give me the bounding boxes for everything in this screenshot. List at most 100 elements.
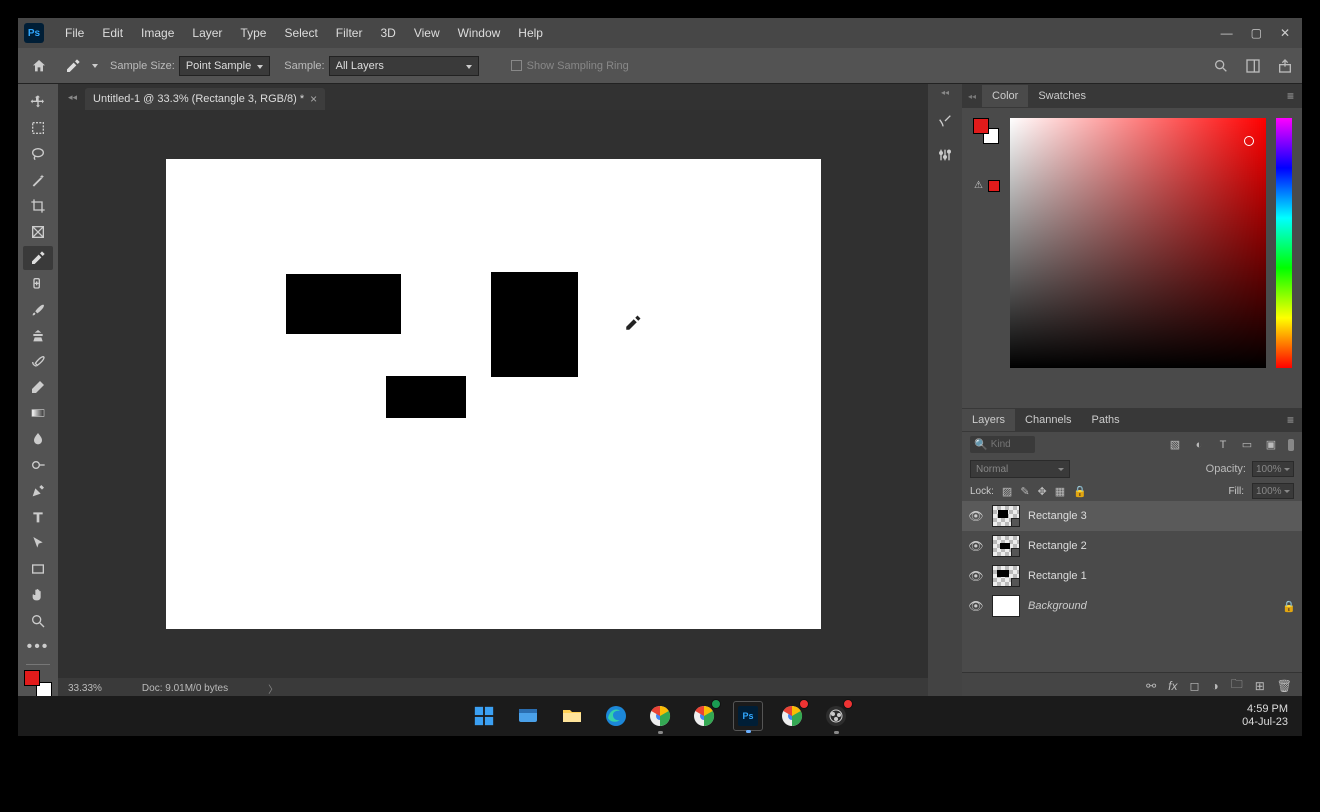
- gradient-tool[interactable]: [23, 401, 53, 425]
- menu-file[interactable]: File: [56, 26, 93, 40]
- layer-row[interactable]: 👁 Rectangle 2: [962, 531, 1302, 561]
- foreground-background-color[interactable]: [24, 670, 52, 698]
- chrome-icon[interactable]: [645, 701, 675, 731]
- new-layer-icon[interactable]: ⊞: [1255, 679, 1265, 693]
- minimize-button[interactable]: —: [1221, 26, 1233, 40]
- chrome-profile-icon[interactable]: [689, 701, 719, 731]
- menu-type[interactable]: Type: [231, 26, 275, 40]
- taskbar-app-1[interactable]: [513, 701, 543, 731]
- menu-window[interactable]: Window: [449, 26, 510, 40]
- brush-tool[interactable]: [23, 298, 53, 322]
- foreground-color-swatch[interactable]: [24, 670, 40, 686]
- blend-mode-select[interactable]: Normal: [970, 460, 1070, 478]
- panel-grip[interactable]: ◂◂: [962, 92, 982, 101]
- filter-toggle[interactable]: [1288, 439, 1294, 451]
- move-tool[interactable]: [23, 90, 53, 114]
- eraser-tool[interactable]: [23, 375, 53, 399]
- layers-panel-menu[interactable]: ≡: [1279, 413, 1302, 427]
- paths-tab[interactable]: Paths: [1082, 409, 1130, 431]
- obs-icon[interactable]: [821, 701, 851, 731]
- color-panel-menu[interactable]: ≡: [1279, 89, 1302, 103]
- brushes-panel-icon[interactable]: [935, 111, 955, 131]
- close-tab-icon[interactable]: ×: [310, 92, 317, 106]
- start-button[interactable]: [469, 701, 499, 731]
- opacity-input[interactable]: 100%: [1252, 461, 1294, 477]
- hue-slider[interactable]: [1276, 118, 1292, 368]
- layer-name[interactable]: Rectangle 3: [1028, 510, 1087, 522]
- layer-row[interactable]: 👁 Background 🔒: [962, 591, 1302, 621]
- file-explorer-icon[interactable]: [557, 701, 587, 731]
- layer-name[interactable]: Rectangle 1: [1028, 570, 1087, 582]
- type-tool[interactable]: [23, 505, 53, 529]
- tool-preset-icon[interactable]: [60, 55, 86, 77]
- pen-tool[interactable]: [23, 479, 53, 503]
- menu-view[interactable]: View: [405, 26, 449, 40]
- document-tab[interactable]: Untitled-1 @ 33.3% (Rectangle 3, RGB/8) …: [85, 88, 325, 110]
- filter-pixel-icon[interactable]: ▧: [1168, 438, 1182, 452]
- clone-stamp-tool[interactable]: [23, 324, 53, 348]
- search-icon[interactable]: [1212, 57, 1230, 75]
- filter-adjustment-icon[interactable]: ◐: [1192, 438, 1206, 452]
- sample-size-select[interactable]: Point Sample: [179, 56, 270, 76]
- rectangle-tool[interactable]: [23, 557, 53, 581]
- menu-help[interactable]: Help: [509, 26, 552, 40]
- close-button[interactable]: ✕: [1280, 26, 1290, 40]
- zoom-tool[interactable]: [23, 609, 53, 633]
- home-button[interactable]: [26, 53, 52, 79]
- gamut-warning-icon[interactable]: ⚠: [973, 180, 985, 192]
- workspace-icon[interactable]: [1244, 57, 1262, 75]
- lock-position-icon[interactable]: ✥: [1038, 485, 1047, 498]
- maximize-button[interactable]: ▢: [1251, 26, 1262, 40]
- lock-transparency-icon[interactable]: ▨: [1002, 485, 1012, 498]
- delete-layer-icon[interactable]: 🗑: [1277, 679, 1292, 693]
- layer-filter-input[interactable]: [991, 439, 1031, 450]
- status-bar-more[interactable]: 〉: [268, 681, 278, 696]
- swatches-tab[interactable]: Swatches: [1028, 85, 1096, 107]
- lock-artboard-icon[interactable]: ▦: [1055, 485, 1065, 498]
- lock-pixels-icon[interactable]: ✎: [1020, 485, 1029, 498]
- visibility-toggle[interactable]: 👁: [968, 509, 984, 523]
- new-group-icon[interactable]: 🗀: [1231, 675, 1243, 696]
- color-panel-swatches[interactable]: [973, 118, 999, 144]
- color-tab[interactable]: Color: [982, 85, 1028, 107]
- visibility-toggle[interactable]: 👁: [968, 569, 984, 583]
- doc-info[interactable]: Doc: 9.01M/0 bytes: [142, 683, 228, 694]
- edge-browser-icon[interactable]: [601, 701, 631, 731]
- layer-thumbnail[interactable]: [992, 505, 1020, 527]
- filter-shape-icon[interactable]: ▭: [1240, 438, 1254, 452]
- adjustments-panel-icon[interactable]: [935, 145, 955, 165]
- crop-tool[interactable]: [23, 194, 53, 218]
- marquee-tool[interactable]: [23, 116, 53, 140]
- zoom-level[interactable]: 33.33%: [68, 683, 102, 694]
- layer-row[interactable]: 👁 Rectangle 3: [962, 501, 1302, 531]
- add-mask-icon[interactable]: ◻: [1189, 679, 1199, 693]
- layer-thumbnail[interactable]: [992, 565, 1020, 587]
- history-brush-tool[interactable]: [23, 350, 53, 374]
- canvas[interactable]: [166, 159, 821, 629]
- tool-preset-dropdown[interactable]: [90, 55, 100, 77]
- menu-edit[interactable]: Edit: [93, 26, 132, 40]
- closest-color-swatch[interactable]: [988, 180, 1000, 192]
- menu-layer[interactable]: Layer: [183, 26, 231, 40]
- adjustment-layer-icon[interactable]: ◑: [1211, 679, 1218, 693]
- hand-tool[interactable]: [23, 583, 53, 607]
- menu-filter[interactable]: Filter: [327, 26, 372, 40]
- layer-locked-icon[interactable]: 🔒: [1282, 600, 1296, 613]
- dodge-tool[interactable]: [23, 453, 53, 477]
- layer-name[interactable]: Background: [1028, 600, 1087, 612]
- layer-thumbnail[interactable]: [992, 535, 1020, 557]
- canvas-viewport[interactable]: [58, 110, 928, 678]
- menu-select[interactable]: Select: [275, 26, 326, 40]
- eyedropper-tool[interactable]: [23, 246, 53, 270]
- layers-tab[interactable]: Layers: [962, 409, 1015, 431]
- layer-style-icon[interactable]: fx: [1168, 679, 1177, 693]
- link-layers-icon[interactable]: ⚯: [1146, 679, 1156, 693]
- fill-input[interactable]: 100%: [1252, 483, 1294, 499]
- lock-all-icon[interactable]: 🔒: [1073, 485, 1087, 498]
- chrome-canary-icon[interactable]: [777, 701, 807, 731]
- healing-brush-tool[interactable]: [23, 272, 53, 296]
- channels-tab[interactable]: Channels: [1015, 409, 1081, 431]
- filter-type-icon[interactable]: T: [1216, 438, 1230, 452]
- visibility-toggle[interactable]: 👁: [968, 539, 984, 553]
- sample-select[interactable]: All Layers: [329, 56, 479, 76]
